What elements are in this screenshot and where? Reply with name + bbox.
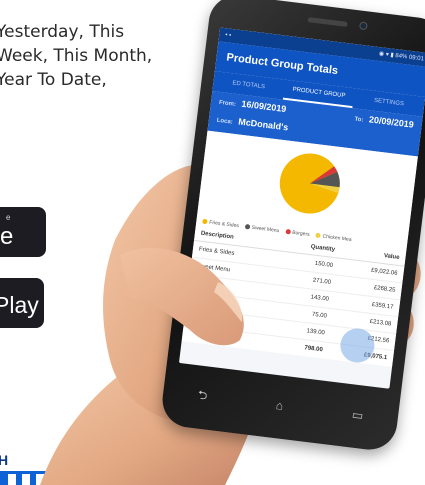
- to-label: To:: [354, 116, 364, 124]
- back-icon[interactable]: ⮌: [196, 385, 208, 407]
- recents-icon[interactable]: ▭: [351, 407, 364, 422]
- location-value: McDonald's: [237, 116, 289, 133]
- promo-line-1: Yesterday, This: [0, 22, 125, 42]
- tab-totals[interactable]: ED TOTALS: [213, 78, 284, 93]
- from-date-field[interactable]: From: 16/09/2019: [219, 96, 287, 114]
- google-play-badge[interactable]: Play: [0, 278, 44, 328]
- app-store-badge-label: e: [0, 223, 14, 250]
- to-date-field[interactable]: To: 20/09/2019: [354, 113, 415, 130]
- app-store-badge[interactable]: e e: [0, 207, 46, 257]
- from-label: From:: [218, 99, 237, 108]
- phone-screen: ▪ ▪ ◉ ▾ ▮ 84% 09:01 Product Group Totals…: [178, 27, 425, 389]
- tab-settings[interactable]: SETTINGS: [353, 95, 424, 110]
- promo-text: Yesterday, This Week, This Month, Year T…: [0, 20, 200, 92]
- to-date: 20/09/2019: [368, 114, 415, 130]
- app-store-badge-caption: e: [6, 213, 11, 222]
- brand-logo-icon: H: [0, 452, 93, 485]
- home-icon[interactable]: ⌂: [275, 398, 284, 413]
- pie-chart: [279, 153, 340, 214]
- from-date: 16/09/2019: [240, 98, 287, 115]
- brand-logo-text: H: [0, 452, 8, 468]
- promo-line-3: Year To Date,: [0, 70, 107, 90]
- location-field[interactable]: Loca: McDonald's: [216, 114, 289, 133]
- promo-line-2: Week, This Month,: [0, 46, 153, 66]
- google-play-badge-label: Play: [0, 292, 39, 318]
- status-left: ▪ ▪: [224, 32, 232, 39]
- location-label: Loca:: [216, 117, 234, 126]
